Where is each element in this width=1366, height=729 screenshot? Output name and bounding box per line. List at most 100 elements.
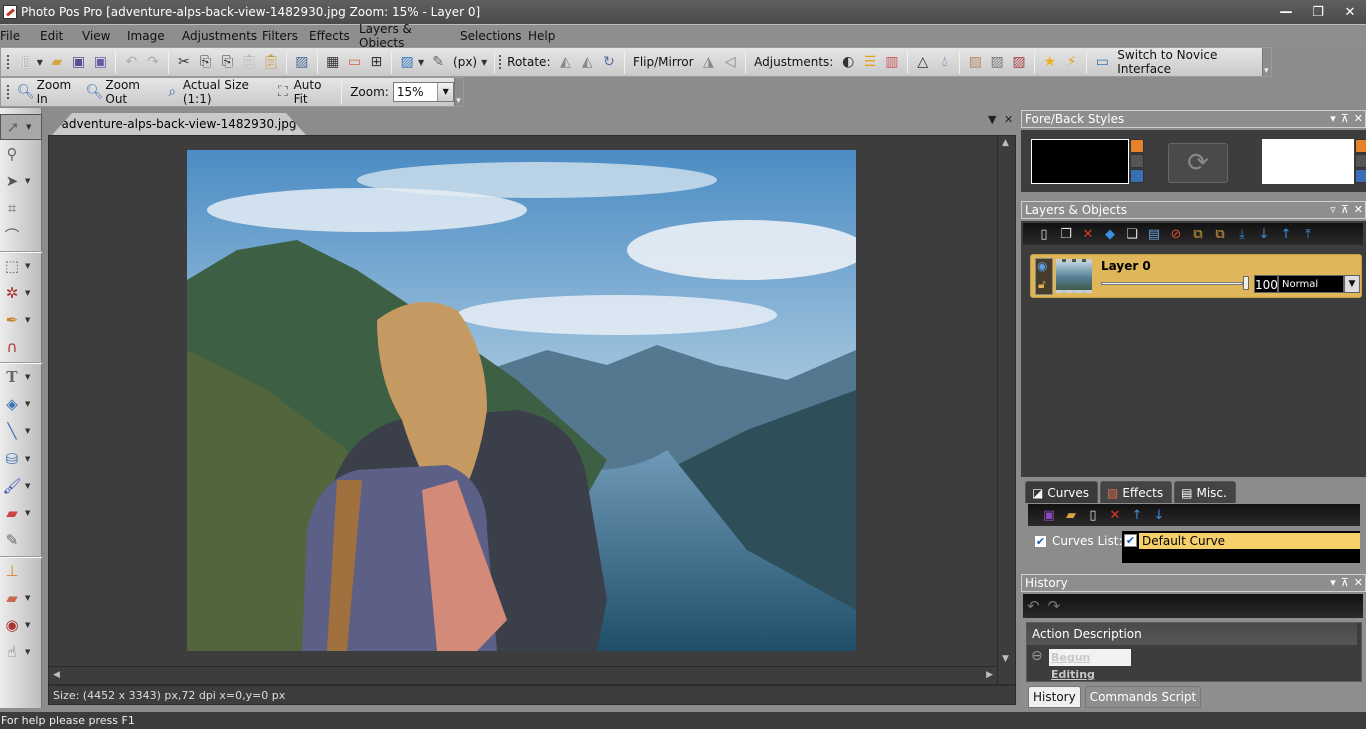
- auto-contrast-icon[interactable]: ▨: [988, 52, 1006, 72]
- panel-menu-icon[interactable]: ▾: [1330, 575, 1336, 591]
- menu-edit[interactable]: Edit: [40, 29, 82, 43]
- move-bottom-icon[interactable]: ⤓: [1232, 224, 1252, 244]
- open-folder-icon[interactable]: ▰: [48, 52, 66, 72]
- opacity-value[interactable]: 100: [1254, 275, 1278, 293]
- layer-info-icon[interactable]: ◆: [1100, 224, 1120, 244]
- menu-view[interactable]: View: [82, 29, 127, 43]
- auto-color-icon[interactable]: ▨: [1010, 52, 1028, 72]
- menu-layers-objects[interactable]: Layers & Objects: [359, 22, 460, 50]
- restore-button[interactable]: ❐: [1302, 5, 1334, 20]
- tool-move[interactable]: ➤ ▼: [0, 168, 42, 194]
- panel-close-icon[interactable]: ✕: [1354, 111, 1363, 127]
- chevron-down-icon[interactable]: ▼: [437, 83, 454, 101]
- minimize-button[interactable]: —: [1270, 5, 1302, 20]
- fore-style-icon[interactable]: [1130, 139, 1144, 153]
- save-all-icon[interactable]: ▣: [91, 52, 109, 72]
- flip-vertical-icon[interactable]: ◁: [721, 52, 739, 72]
- rotate-custom-icon[interactable]: ↻: [600, 52, 618, 72]
- tool-rect-select[interactable]: ⬚ ▼: [0, 253, 42, 279]
- chevron-down-icon[interactable]: ▼: [1344, 275, 1360, 293]
- curve-item[interactable]: Default Curve: [1139, 533, 1360, 549]
- sharpen-icon[interactable]: 💧︎: [936, 52, 954, 72]
- pin-icon[interactable]: ⊼: [1341, 202, 1349, 218]
- history-item[interactable]: Begun Editing: [1049, 649, 1131, 681]
- menu-filters[interactable]: Filters: [262, 29, 309, 43]
- merge-layers-icon[interactable]: ⧉: [1188, 224, 1208, 244]
- opacity-slider[interactable]: [1101, 282, 1243, 285]
- tool-brush[interactable]: 🖌︎ ▼: [0, 473, 42, 499]
- curve-down-icon[interactable]: ↓: [1149, 505, 1169, 525]
- tool-text[interactable]: T ▼: [0, 364, 42, 390]
- duplicate-layer-icon[interactable]: ❐: [1056, 224, 1076, 244]
- swap-colors-button[interactable]: ⟳: [1168, 143, 1228, 183]
- menu-image[interactable]: Image: [127, 29, 182, 43]
- fore-picker-icon[interactable]: [1130, 154, 1144, 168]
- tool-smudge[interactable]: ☝ ▼: [0, 639, 42, 665]
- toolbar-grip[interactable]: [7, 85, 10, 99]
- curve-up-icon[interactable]: ↑: [1127, 505, 1147, 525]
- curves-list-checkbox[interactable]: ✔: [1034, 534, 1047, 548]
- toolbar-overflow[interactable]: [1261, 48, 1271, 76]
- pin-icon[interactable]: ⊼: [1341, 111, 1349, 127]
- doc-menu-icon[interactable]: ▼: [988, 113, 996, 126]
- image-canvas[interactable]: ▲ ▼ ◀ ▶: [48, 135, 1016, 685]
- undo-icon[interactable]: ↶: [122, 52, 140, 72]
- panel-menu-icon[interactable]: ▿: [1330, 202, 1336, 218]
- zoom-in-button[interactable]: Zoom In: [37, 78, 80, 106]
- panel-close-icon[interactable]: ✕: [1354, 575, 1363, 591]
- pin-icon[interactable]: ⊼: [1341, 575, 1349, 591]
- open-curve-icon[interactable]: ▰: [1061, 505, 1081, 525]
- eye-icon[interactable]: ◉: [1037, 259, 1047, 273]
- menu-file[interactable]: File: [0, 29, 40, 43]
- menu-effects[interactable]: Effects: [309, 29, 359, 43]
- back-style-icon[interactable]: [1355, 139, 1366, 153]
- document-tab[interactable]: adventure-alps-back-view-1482930.jpg: [52, 113, 306, 135]
- color-balance-icon[interactable]: ☰: [861, 52, 879, 72]
- image-properties-icon[interactable]: ▨: [293, 52, 311, 72]
- flip-horizontal-icon[interactable]: ◮: [700, 52, 718, 72]
- tool-select[interactable]: ➚ ▼: [0, 114, 42, 140]
- tool-shapes[interactable]: ◈ ▼: [0, 391, 42, 417]
- brightness-icon[interactable]: △: [914, 52, 932, 72]
- zoom-select[interactable]: 15% ▼: [392, 82, 455, 102]
- add-layer-icon[interactable]: ❏: [1122, 224, 1142, 244]
- new-dropdown[interactable]: ▼: [37, 58, 43, 67]
- scroll-down-icon[interactable]: ▼: [1002, 654, 1009, 664]
- scroll-left-icon[interactable]: ◀: [53, 670, 60, 680]
- doc-close-icon[interactable]: ✕: [1004, 113, 1013, 126]
- paste-new-icon[interactable]: 📋︎: [262, 52, 280, 72]
- toolbar-overflow[interactable]: [454, 78, 463, 106]
- tab-effects[interactable]: ▨ Effects: [1100, 481, 1173, 503]
- menu-selections[interactable]: Selections: [460, 29, 528, 43]
- tool-fill[interactable]: ⛁ ▼: [0, 446, 42, 472]
- opacity-slider-handle[interactable]: [1243, 276, 1249, 290]
- curve-item-checkbox[interactable]: ✔: [1124, 534, 1137, 547]
- tab-curves[interactable]: ◪ Curves: [1025, 481, 1098, 503]
- zoom-out-button[interactable]: Zoom Out: [105, 78, 157, 106]
- menu-help[interactable]: Help: [528, 29, 555, 43]
- save-curve-icon[interactable]: ▣: [1039, 505, 1059, 525]
- tool-clone-stamp[interactable]: ⊥: [0, 558, 42, 584]
- foreground-swatch[interactable]: [1031, 139, 1129, 184]
- grid-icon[interactable]: ▦: [324, 52, 342, 72]
- scroll-right-icon[interactable]: ▶: [986, 670, 993, 680]
- tab-commands-script[interactable]: Commands Script: [1084, 686, 1202, 708]
- contrast-icon[interactable]: ◐: [839, 52, 857, 72]
- new-file-icon[interactable]: ▯: [17, 52, 35, 72]
- new-layer-icon[interactable]: ▯: [1034, 224, 1054, 244]
- actual-size-button[interactable]: Actual Size (1:1): [183, 78, 268, 106]
- history-redo-icon[interactable]: ↷: [1048, 597, 1061, 615]
- delete-curve-icon[interactable]: ✕: [1105, 505, 1125, 525]
- vertical-scrollbar[interactable]: ▲ ▼: [997, 136, 1015, 684]
- tool-crop[interactable]: ⌗: [0, 195, 42, 221]
- toolbar-grip[interactable]: [499, 55, 502, 69]
- delete-mask-icon[interactable]: ⊘: [1166, 224, 1186, 244]
- tool-magnet[interactable]: ∩: [0, 334, 42, 360]
- auto-fit-button[interactable]: Auto Fit: [294, 78, 334, 106]
- favorites-star-icon[interactable]: ★: [1041, 52, 1059, 72]
- new-curve-icon[interactable]: ▯: [1083, 505, 1103, 525]
- quick-fix-icon[interactable]: ⚡︎: [1063, 52, 1081, 72]
- measure-icon[interactable]: ✎: [429, 52, 447, 72]
- tool-healing[interactable]: ▰ ▼: [0, 585, 42, 611]
- back-dropdown-icon[interactable]: [1355, 169, 1366, 183]
